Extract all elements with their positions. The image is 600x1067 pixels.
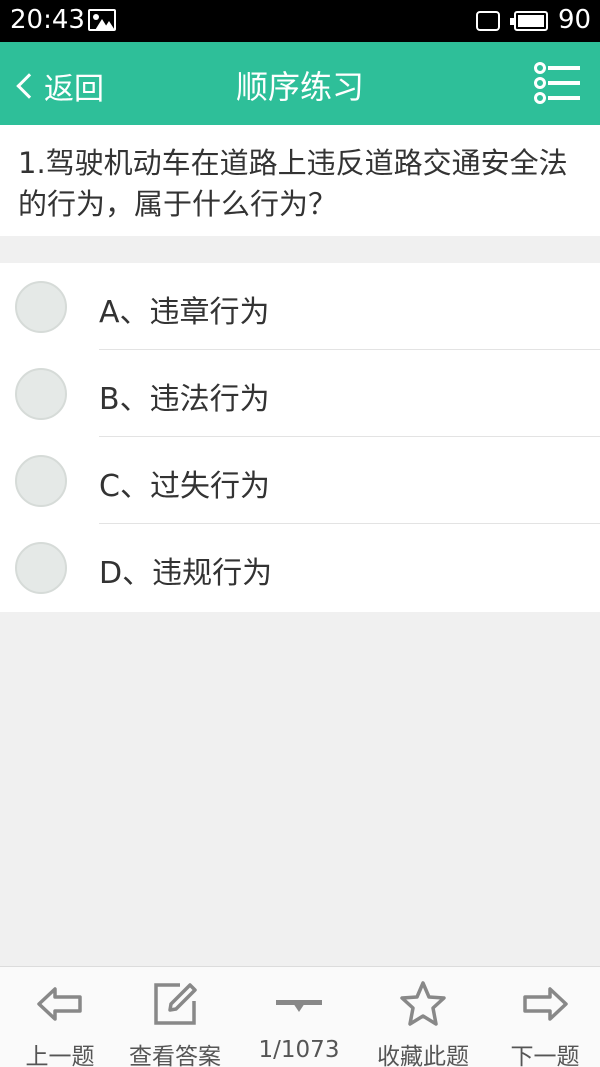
- option-label: A、违章行为: [99, 295, 270, 330]
- favorite-label: 收藏此题: [377, 1044, 469, 1067]
- option-label: C、过失行为: [99, 469, 270, 504]
- prev-label: 上一题: [25, 1044, 95, 1067]
- radio-d[interactable]: [15, 542, 67, 594]
- option-d[interactable]: D、违规行为: [0, 524, 600, 611]
- edit-icon: [154, 983, 197, 1025]
- progress-counter: 1/1073: [258, 1037, 340, 1063]
- option-a[interactable]: A、违章行为: [0, 263, 600, 350]
- option-c[interactable]: C、过失行为: [0, 437, 600, 524]
- option-label: D、违规行为: [99, 556, 273, 591]
- page-title: 顺序练习: [235, 68, 364, 106]
- image-icon: [88, 9, 116, 31]
- favorite-button[interactable]: 收藏此题: [363, 967, 483, 1067]
- next-label: 下一题: [510, 1044, 580, 1067]
- status-bar: 20:43 90: [0, 0, 600, 42]
- pull-up-icon: [276, 1000, 322, 1012]
- battery-level: 90: [558, 5, 592, 35]
- next-question-button[interactable]: 下一题: [485, 967, 600, 1067]
- sim-card-icon: [476, 11, 500, 31]
- battery-icon: [510, 11, 548, 31]
- prev-question-button[interactable]: 上一题: [0, 967, 120, 1067]
- star-icon: [400, 981, 446, 1026]
- arrow-right-icon: [523, 987, 568, 1021]
- options-list: A、违章行为 B、违法行为 C、过失行为 D、违规行为: [0, 263, 600, 612]
- question-text: 1.驾驶机动车在道路上违反道路交通安全法的行为，属于什么行为？: [0, 125, 600, 236]
- list-menu-button[interactable]: [534, 60, 580, 106]
- view-answer-label: 查看答案: [129, 1044, 221, 1067]
- radio-a[interactable]: [15, 281, 67, 333]
- status-time: 20:43: [10, 5, 85, 35]
- option-label: B、违法行为: [99, 382, 270, 417]
- bottom-toolbar: 上一题 查看答案 1/1073 收藏此题 下一题: [0, 966, 600, 1067]
- arrow-left-icon: [37, 987, 82, 1021]
- option-b[interactable]: B、违法行为: [0, 350, 600, 437]
- radio-c[interactable]: [15, 455, 67, 507]
- question-index-button[interactable]: 1/1073: [239, 967, 359, 1067]
- view-answer-button[interactable]: 查看答案: [115, 967, 235, 1067]
- radio-b[interactable]: [15, 368, 67, 420]
- app-header: 返回 顺序练习: [0, 42, 600, 125]
